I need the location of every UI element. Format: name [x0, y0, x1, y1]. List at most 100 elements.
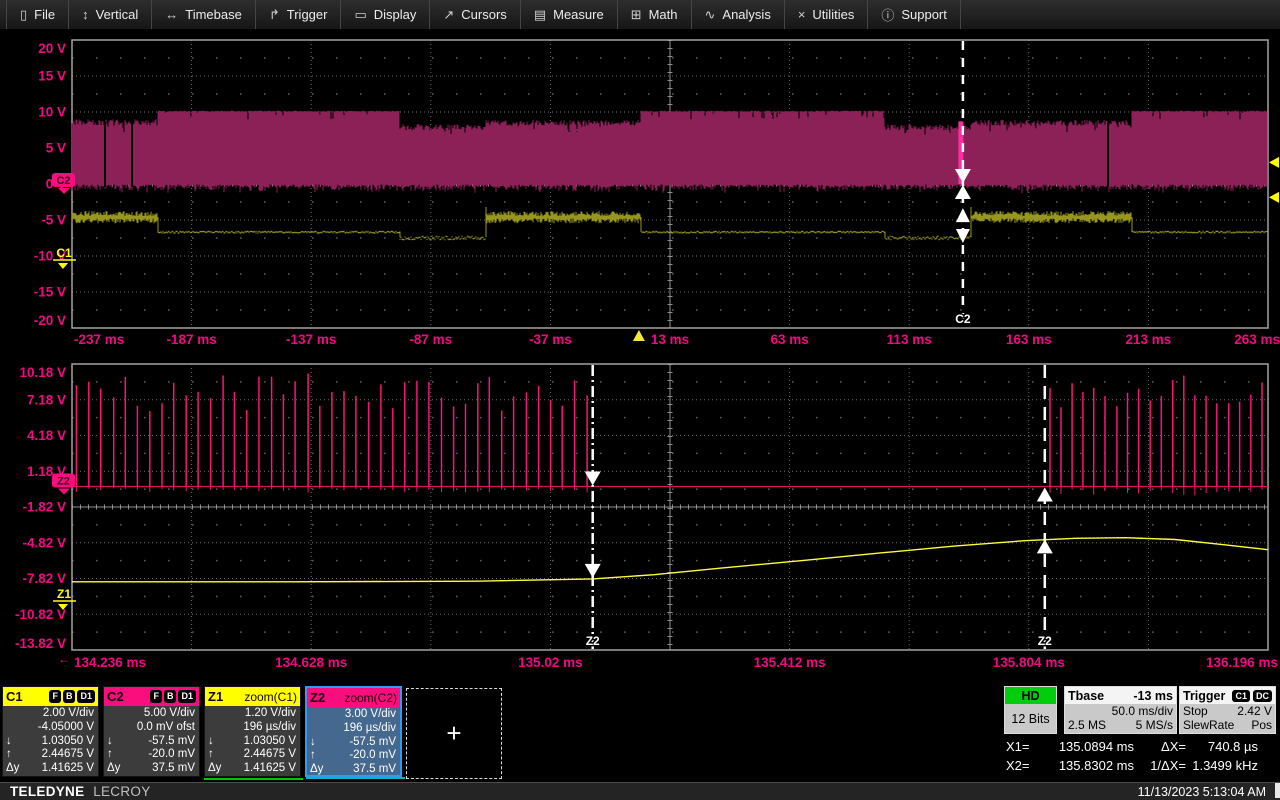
svg-text:135.804 ms: 135.804 ms — [993, 655, 1065, 670]
zoom-grid-x-axis: 134.236 ms134.628 ms135.02 ms135.412 ms1… — [58, 652, 1278, 670]
x1-value: 135.0894 ms — [1042, 737, 1134, 756]
row-symbol: ↑ — [6, 748, 12, 762]
status-bar: TELEDYNE LECROY 11/13/2023 5:13:04 AM — [0, 782, 1280, 800]
x2-value: 135.8302 ms — [1042, 756, 1134, 775]
trace-c2 — [72, 111, 1267, 194]
brand-teledyne: TELEDYNE — [10, 784, 84, 799]
row-symbol: Δy — [6, 762, 19, 776]
descriptor-row: 5.00 V/div — [107, 707, 195, 721]
svg-text:-10.82 V: -10.82 V — [15, 607, 66, 622]
active-tab-indicator — [204, 778, 303, 780]
svg-text:-1.82 V: -1.82 V — [22, 500, 66, 515]
svg-text:C2: C2 — [955, 312, 971, 326]
svg-text:13 ms: 13 ms — [651, 332, 689, 347]
row-value: 2.00 V/div — [43, 707, 94, 721]
channel-header: C2FBD1 — [104, 687, 199, 706]
hd-title: HD — [1005, 687, 1056, 704]
svg-text:Z2: Z2 — [1038, 634, 1052, 648]
descriptor-row: 196 µs/div — [208, 721, 296, 735]
row-symbol: Δy — [310, 763, 323, 777]
svg-text:-87 ms: -87 ms — [409, 332, 452, 347]
descriptor-row: ↓-57.5 mV — [107, 735, 195, 749]
row-symbol: ↓ — [310, 736, 316, 750]
channel-box-z2[interactable]: Z2zoom(C2)3.00 V/div196 µs/div↓-57.5 mV↑… — [305, 686, 402, 777]
hd-resolution-box[interactable]: HD 12 Bits — [1004, 686, 1057, 734]
descriptor-row: ↑-20.0 mV — [310, 749, 396, 763]
channel-header: Z2zoom(C2) — [307, 688, 400, 707]
svg-text:←: ← — [58, 652, 70, 666]
timebase-rate: 5 MS/s — [1136, 718, 1173, 732]
row-value: 37.5 mV — [152, 762, 195, 776]
descriptor-row: 3.00 V/div — [310, 708, 396, 722]
channel-badge-f: F — [150, 690, 162, 703]
row-value: -57.5 mV — [148, 735, 195, 749]
row-value: -57.5 mV — [349, 736, 396, 750]
x1-label: X1= — [1006, 737, 1042, 756]
svg-text:134.236 ms: 134.236 ms — [74, 655, 146, 670]
svg-text:135.02 ms: 135.02 ms — [518, 655, 583, 670]
inv-dx-value: 1.3499 kHz — [1186, 756, 1258, 775]
main-grid-x-axis: -237 ms-187 ms-137 ms-87 ms-37 ms13 ms63… — [74, 332, 1280, 347]
row-value: 1.03050 V — [244, 735, 296, 749]
timebase-scale: 50.0 ms/div — [1112, 704, 1173, 718]
waveform-display[interactable]: 20 V15 V10 V5 V0 V-5 V-10 V-15 V-20 V-23… — [0, 0, 1280, 686]
row-value: 5.00 V/div — [144, 707, 195, 721]
svg-text:-5 V: -5 V — [41, 213, 66, 228]
svg-text:-37 ms: -37 ms — [529, 332, 572, 347]
timebase-title: Tbase — [1068, 689, 1104, 703]
channel-title: Z1 — [208, 689, 223, 704]
row-value: 1.20 V/div — [245, 707, 296, 721]
descriptor-row: 1.20 V/div — [208, 707, 296, 721]
trigger-coupling-badge: DC — [1253, 690, 1272, 702]
svg-text:Z2: Z2 — [57, 476, 70, 488]
row-symbol: Δy — [107, 762, 120, 776]
channel-badge-b: B — [164, 690, 177, 703]
active-tab-indicator — [306, 777, 405, 779]
svg-text:10 V: 10 V — [38, 105, 66, 120]
row-symbol: ↓ — [6, 735, 12, 749]
row-value: 3.00 V/div — [345, 708, 396, 722]
channel-box-c1[interactable]: C1FBD12.00 V/div-4.05000 V↓1.03050 V↑2.4… — [2, 686, 99, 777]
descriptor-row: ↑2.44675 V — [208, 748, 296, 762]
descriptor-row: Δy 1.41625 V — [208, 762, 296, 776]
channel-badge-d1: D1 — [77, 690, 95, 703]
channel-box-z1[interactable]: Z1zoom(C1)1.20 V/div196 µs/div↓1.03050 V… — [204, 686, 301, 777]
trigger-type: SlewRate — [1183, 718, 1234, 732]
svg-text:-137 ms: -137 ms — [286, 332, 336, 347]
trigger-source-badge: C1 — [1232, 690, 1250, 702]
channel-box-c2[interactable]: C2FBD15.00 V/div0.0 mV ofst↓-57.5 mV↑-20… — [103, 686, 200, 777]
svg-text:5 V: 5 V — [46, 141, 66, 156]
svg-text:20 V: 20 V — [38, 41, 66, 56]
trigger-box[interactable]: Trigger C1 DC Stop 2.42 V SlewRate Pos — [1179, 686, 1276, 734]
right-edge-level-arrows[interactable] — [1269, 157, 1279, 203]
timebase-box[interactable]: Tbase -13 ms 50.0 ms/div 2.5 MS 5 MS/s — [1064, 686, 1177, 734]
trigger-position-marker[interactable] — [633, 330, 645, 341]
oscilloscope-app: ▯File↕Vertical↔Timebase↱Trigger▭Display↗… — [0, 0, 1280, 800]
row-value: 2.44675 V — [42, 748, 94, 762]
row-value: 1.41625 V — [244, 762, 296, 776]
svg-text:C1: C1 — [56, 246, 72, 260]
brand-lecroy: LECROY — [93, 784, 150, 799]
svg-text:213 ms: 213 ms — [1126, 332, 1172, 347]
channel-badge-b: B — [63, 690, 76, 703]
dx-value: 740.8 µs — [1186, 737, 1258, 756]
clock: 11/13/2023 5:13:04 AM — [1138, 785, 1266, 799]
row-symbol: Δy — [208, 762, 221, 776]
svg-text:-4.82 V: -4.82 V — [22, 535, 66, 550]
channel-header: Z1zoom(C1) — [205, 687, 300, 706]
svg-text:263 ms: 263 ms — [1234, 332, 1280, 347]
row-value: 1.03050 V — [42, 735, 94, 749]
svg-text:Z2: Z2 — [586, 634, 600, 648]
row-value: 0.0 mV ofst — [137, 721, 195, 735]
descriptor-row: ↓1.03050 V — [208, 735, 296, 749]
channel-badge-d1: D1 — [178, 690, 196, 703]
svg-text:Z1: Z1 — [57, 587, 71, 601]
add-trace-button[interactable]: + — [406, 688, 502, 779]
row-value: 2.44675 V — [244, 748, 296, 762]
cursor-readout: X1= 135.0894 ms ΔX= 740.8 µs X2= 135.830… — [1006, 737, 1258, 775]
descriptor-row: ↑ 2.44675 V — [6, 748, 94, 762]
zoom-grid[interactable] — [72, 364, 1268, 650]
svg-text:135.412 ms: 135.412 ms — [754, 655, 826, 670]
svg-text:-187 ms: -187 ms — [166, 332, 216, 347]
channel-header: C1FBD1 — [3, 687, 98, 706]
